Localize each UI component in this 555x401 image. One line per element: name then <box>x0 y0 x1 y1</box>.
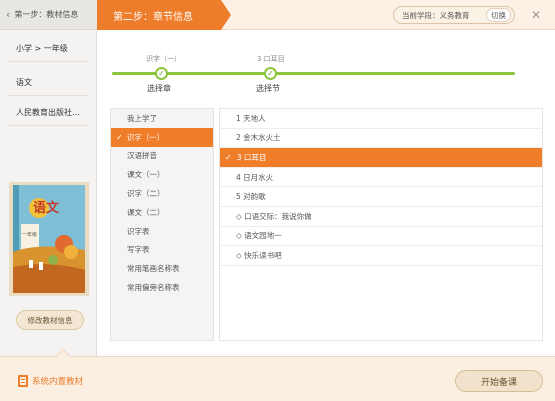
check-icon: ✓ <box>225 152 232 162</box>
stage-selector: 当前学段：义务教育 切换 <box>393 6 515 24</box>
close-icon[interactable]: ✕ <box>529 8 543 22</box>
chapter-item[interactable]: 我上学了 <box>111 109 213 128</box>
stage-label: 当前学段：义务教育 <box>402 10 470 20</box>
chapter-item[interactable]: 写字表 <box>111 241 213 260</box>
left-panel: ‹ 第一步：教材信息 小学 > 一年级 语文 人民教育出版社... 语文 一年级… <box>0 0 97 356</box>
progress-line <box>112 72 515 75</box>
section-item[interactable]: 2 金木水火土 <box>220 129 542 149</box>
start-lesson-button[interactable]: 开始备课 <box>455 370 543 392</box>
step2-tab: 第二步：章节信息 <box>97 0 231 30</box>
section-item[interactable]: 5 对韵歌 <box>220 187 542 207</box>
step1-label: 第一步：教材信息 <box>14 10 79 19</box>
chapter-item[interactable]: 课文（二） <box>111 203 213 222</box>
section-item[interactable]: ◇ 语文园地一 <box>220 227 542 247</box>
edit-textbook-button[interactable]: 修改教材信息 <box>16 310 84 330</box>
chapter-item[interactable]: 常用笔画名称表 <box>111 259 213 278</box>
section-item[interactable]: ◇ 口语交际：我说你做 <box>220 207 542 227</box>
chapter-item[interactable]: 课文（一） <box>111 165 213 184</box>
system-textbook-label: 系统内置教材 <box>32 377 84 387</box>
bottom-bar: 系统内置教材 开始备课 <box>0 348 555 401</box>
chapter-item[interactable]: 识字表 <box>111 222 213 241</box>
switch-button[interactable]: 切换 <box>486 8 511 22</box>
subject-info: 语文 <box>8 70 88 96</box>
publisher-info: 人民教育出版社... <box>8 100 88 126</box>
chapter-caption: 选择章 <box>147 84 171 93</box>
section-selected-label: 3 口耳目 <box>257 55 285 63</box>
chevron-left-icon: ‹ <box>6 8 11 21</box>
chapter-item-selected[interactable]: ✓ 识字（一） <box>111 127 213 147</box>
check-icon: ✓ <box>155 67 168 80</box>
chapter-list: 我上学了 ✓ 识字（一） 汉语拼音 课文（一） 识字（二） 课文（二） 识字表 写… <box>110 108 214 341</box>
section-item[interactable]: 1 天地人 <box>220 109 542 129</box>
section-item[interactable]: 4 日月水火 <box>220 168 542 188</box>
book-grade: 一年级 <box>22 231 37 238</box>
section-item[interactable]: ◇ 快乐读书吧 <box>220 246 542 266</box>
check-icon: ✓ <box>264 67 277 80</box>
section-list: 1 天地人 2 金木水火土 ✓ 3 口耳目 4 日月水火 5 对韵歌 ◇ 口语交际… <box>219 108 543 341</box>
system-textbook-link[interactable]: 系统内置教材 <box>18 375 83 387</box>
grade-info: 小学 > 一年级 <box>8 36 88 62</box>
check-icon: ✓ <box>116 132 123 142</box>
textbook-cover: 语文 一年级 <box>9 182 89 296</box>
chapter-item[interactable]: 常用偏旁名称表 <box>111 278 213 297</box>
chapter-item[interactable]: 识字（二） <box>111 184 213 203</box>
chapter-item[interactable]: 汉语拼音 <box>111 147 213 166</box>
step1-tab[interactable]: ‹ 第一步：教材信息 <box>0 0 97 30</box>
section-item-selected[interactable]: ✓ 3 口耳目 <box>220 148 542 168</box>
header-bar: 第二步：章节信息 当前学段：义务教育 切换 ✕ <box>97 0 555 30</box>
book-title: 语文 <box>33 200 60 216</box>
section-caption: 选择节 <box>256 84 280 93</box>
book-icon <box>18 375 28 387</box>
chapter-selected-label: 识字（一） <box>146 55 181 63</box>
